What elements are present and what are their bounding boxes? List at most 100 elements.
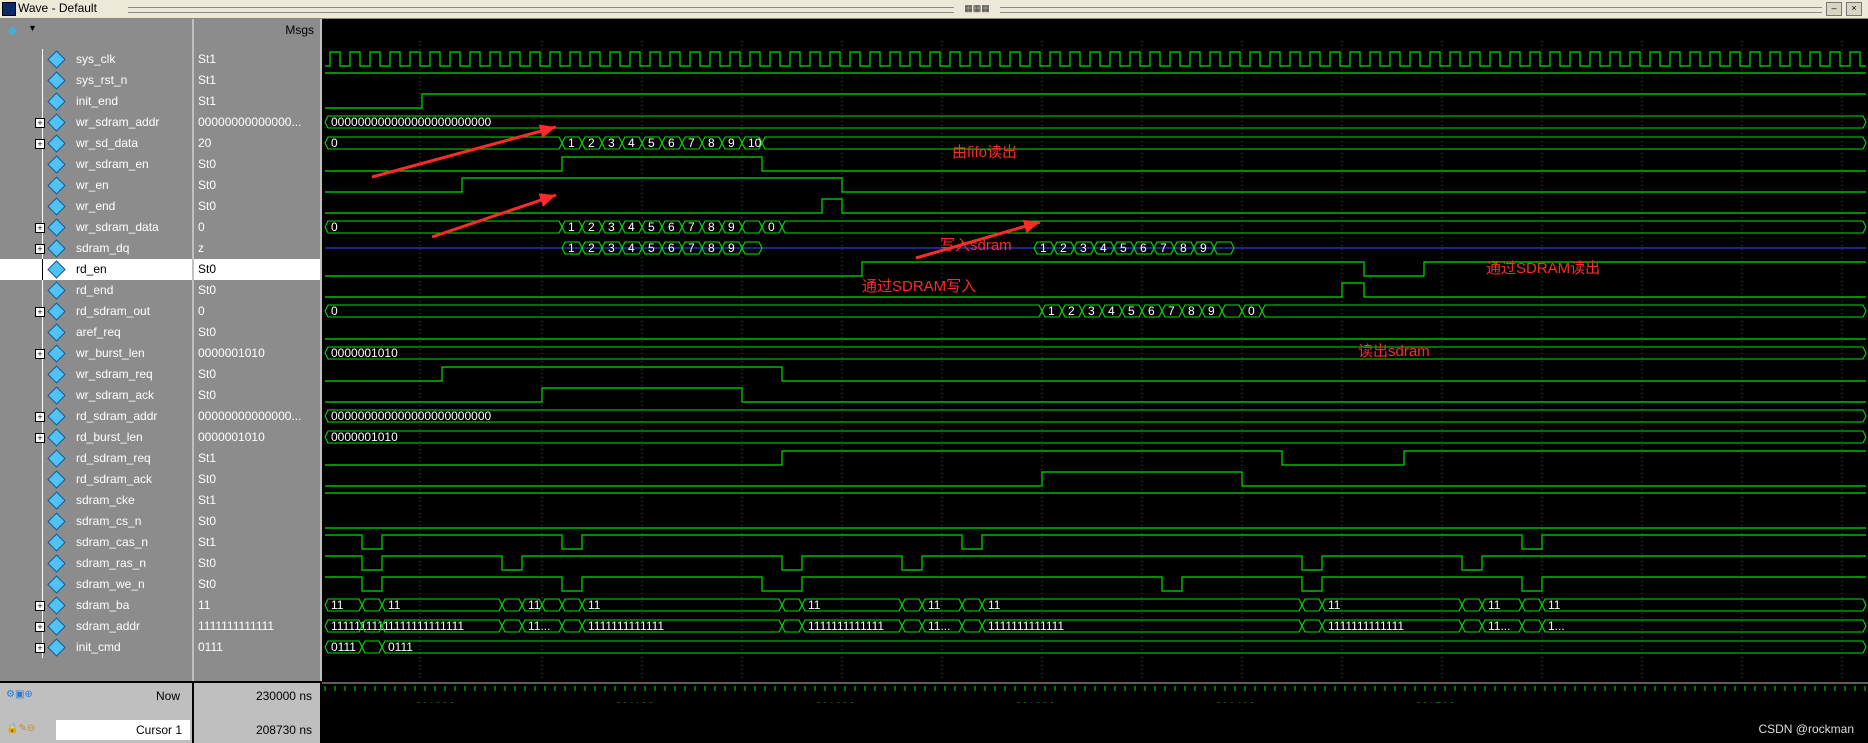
- signal-name: rd_sdram_req: [76, 451, 151, 465]
- signal-row-sdram-dq[interactable]: + sdram_dq: [0, 238, 192, 259]
- signal-row-rd-sdram-ack[interactable]: rd_sdram_ack: [0, 469, 192, 490]
- annotation-through-read: 通过SDRAM读出: [1486, 260, 1601, 277]
- wave-toolbar-icon[interactable]: ◆: [8, 23, 17, 37]
- signal-diamond-icon: [47, 638, 66, 657]
- sdram-ba-wave-label: 11: [1488, 598, 1501, 612]
- signal-value-rd-burst-len: 0000001010: [198, 427, 265, 448]
- close-button[interactable]: ×: [1846, 2, 1862, 16]
- signal-name-header: ◆ ▼: [0, 19, 194, 41]
- expand-icon[interactable]: +: [35, 307, 45, 317]
- signal-row-sys-clk[interactable]: sys_clk: [0, 49, 192, 70]
- sdram-addr-wave-label: 1111111111111: [1328, 619, 1404, 633]
- signal-row-sdram-addr[interactable]: + sdram_addr: [0, 616, 192, 637]
- wr-sdram-data-wave-label: 5: [648, 220, 655, 234]
- wave-background: [322, 41, 1868, 723]
- rd-sdram-out-wave-label: 4: [1108, 304, 1115, 318]
- signal-name: sdram_ba: [76, 598, 130, 612]
- signal-row-sdram-ba[interactable]: + sdram_ba: [0, 595, 192, 616]
- signal-diamond-icon: [47, 575, 66, 594]
- sdram-dq-write-burst-label: 9: [728, 241, 735, 255]
- signal-row-sys-rst-n[interactable]: sys_rst_n: [0, 70, 192, 91]
- signal-name: wr_burst_len: [76, 346, 145, 360]
- wr-sdram-data-wave-label: 2: [588, 220, 595, 234]
- signal-name: wr_en: [76, 178, 109, 192]
- signal-value-text: St0: [198, 178, 217, 192]
- sdram-ba-wave-label: 11: [1548, 598, 1561, 612]
- rd-sdram-out-wave-label: 3: [1088, 304, 1095, 318]
- signal-row-wr-burst-len[interactable]: + wr_burst_len: [0, 343, 192, 364]
- tree-line: [42, 91, 43, 112]
- expand-icon[interactable]: +: [35, 139, 45, 149]
- signal-value-sdram-cke: St1: [198, 490, 216, 511]
- signal-row-rd-sdram-req[interactable]: rd_sdram_req: [0, 448, 192, 469]
- sdram-addr-wave-label: 1111111111111: [588, 619, 664, 633]
- signal-value-sys-rst-n: St1: [198, 70, 216, 91]
- rd-sdram-out-wave-label: 1: [1048, 304, 1055, 318]
- tree-line: [42, 532, 43, 553]
- expand-icon[interactable]: +: [35, 349, 45, 359]
- sdram-dq-read-burst-label: 1: [1040, 241, 1047, 255]
- tree-line: [42, 385, 43, 406]
- sdram-dq-write-burst-label: 7: [688, 241, 695, 255]
- expand-icon[interactable]: +: [35, 622, 45, 632]
- signal-value-rd-sdram-ack: St0: [198, 469, 216, 490]
- expand-icon[interactable]: +: [35, 643, 45, 653]
- signal-row-init-end[interactable]: init_end: [0, 91, 192, 112]
- signal-row-rd-sdram-out[interactable]: + rd_sdram_out: [0, 301, 192, 322]
- signal-row-rd-en[interactable]: rd_en: [0, 259, 192, 280]
- signal-row-aref-req[interactable]: aref_req: [0, 322, 192, 343]
- minimize-button[interactable]: –: [1826, 2, 1842, 16]
- cursor-toolbar-icons[interactable]: 🔒✎⊖: [6, 723, 35, 734]
- rd-sdram-out-wave-label: 7: [1168, 304, 1175, 318]
- signal-name: init_cmd: [76, 640, 121, 654]
- signal-row-sdram-cke[interactable]: sdram_cke: [0, 490, 192, 511]
- expand-icon[interactable]: +: [35, 433, 45, 443]
- signal-name: rd_sdram_ack: [76, 472, 153, 486]
- signal-row-wr-sdram-data[interactable]: + wr_sdram_data: [0, 217, 192, 238]
- signal-name: sdram_cs_n: [76, 514, 142, 528]
- signal-row-wr-sdram-en[interactable]: wr_sdram_en: [0, 154, 192, 175]
- wr-sd-data-wave-label: 0: [331, 136, 338, 150]
- signal-row-sdram-cas-n[interactable]: sdram_cas_n: [0, 532, 192, 553]
- signal-row-sdram-ras-n[interactable]: sdram_ras_n: [0, 553, 192, 574]
- signal-diamond-icon: [47, 407, 66, 426]
- signal-value-text: St1: [198, 52, 217, 66]
- waveform-canvas[interactable]: 0000000000000000000000000 1 2 3 4 5 6 7 8 9 100 1 2 3…: [322, 41, 1868, 723]
- cursor-track: [322, 703, 1868, 723]
- cursor-label-box[interactable]: Cursor 1: [56, 720, 190, 740]
- signal-value-text: 00000000000000...: [198, 409, 302, 423]
- expand-icon[interactable]: +: [35, 223, 45, 233]
- expand-icon[interactable]: +: [35, 412, 45, 422]
- sdram-ba-wave-label: 11: [331, 598, 344, 612]
- expand-icon[interactable]: +: [35, 244, 45, 254]
- drag-handle-icon[interactable]: ▦▦▦: [960, 2, 994, 14]
- expand-icon[interactable]: +: [35, 601, 45, 611]
- signal-row-wr-sd-data[interactable]: + wr_sd_data: [0, 133, 192, 154]
- wr-sd-data-wave-label: 4: [628, 136, 635, 150]
- signal-value-sdram-addr: 1111111111111: [198, 616, 274, 637]
- signal-value-sdram-ba: 11: [198, 595, 210, 616]
- signal-name-pane: sys_clk sys_rst_n init_end + wr_sdram_addr + w…: [0, 41, 194, 681]
- tree-line: [42, 49, 43, 70]
- signal-value-text: St1: [198, 73, 217, 87]
- signal-row-rd-end[interactable]: rd_end: [0, 280, 192, 301]
- signal-row-wr-sdram-addr[interactable]: + wr_sdram_addr: [0, 112, 192, 133]
- signal-row-wr-en[interactable]: wr_en: [0, 175, 192, 196]
- expand-icon[interactable]: +: [35, 118, 45, 128]
- wr-sd-data-wave-label: 1: [568, 136, 575, 150]
- wr-sdram-data-wave-label: 6: [668, 220, 675, 234]
- signal-row-sdram-we-n[interactable]: sdram_we_n: [0, 574, 192, 595]
- signal-row-wr-sdram-req[interactable]: wr_sdram_req: [0, 364, 192, 385]
- signal-row-rd-sdram-addr[interactable]: + rd_sdram_addr: [0, 406, 192, 427]
- tree-line: [42, 259, 43, 280]
- signal-row-rd-burst-len[interactable]: + rd_burst_len: [0, 427, 192, 448]
- signal-row-wr-sdram-ack[interactable]: wr_sdram_ack: [0, 385, 192, 406]
- tree-line: [42, 322, 43, 343]
- chevron-down-icon[interactable]: ▼: [28, 23, 37, 33]
- signal-name: sdram_ras_n: [76, 556, 147, 570]
- signal-row-init-cmd[interactable]: + init_cmd: [0, 637, 192, 658]
- now-toolbar-icons[interactable]: ⚙▣⊕: [6, 689, 33, 700]
- signal-row-wr-end[interactable]: wr_end: [0, 196, 192, 217]
- sdram-dq-write-burst-label: 1: [568, 241, 575, 255]
- signal-row-sdram-cs-n[interactable]: sdram_cs_n: [0, 511, 192, 532]
